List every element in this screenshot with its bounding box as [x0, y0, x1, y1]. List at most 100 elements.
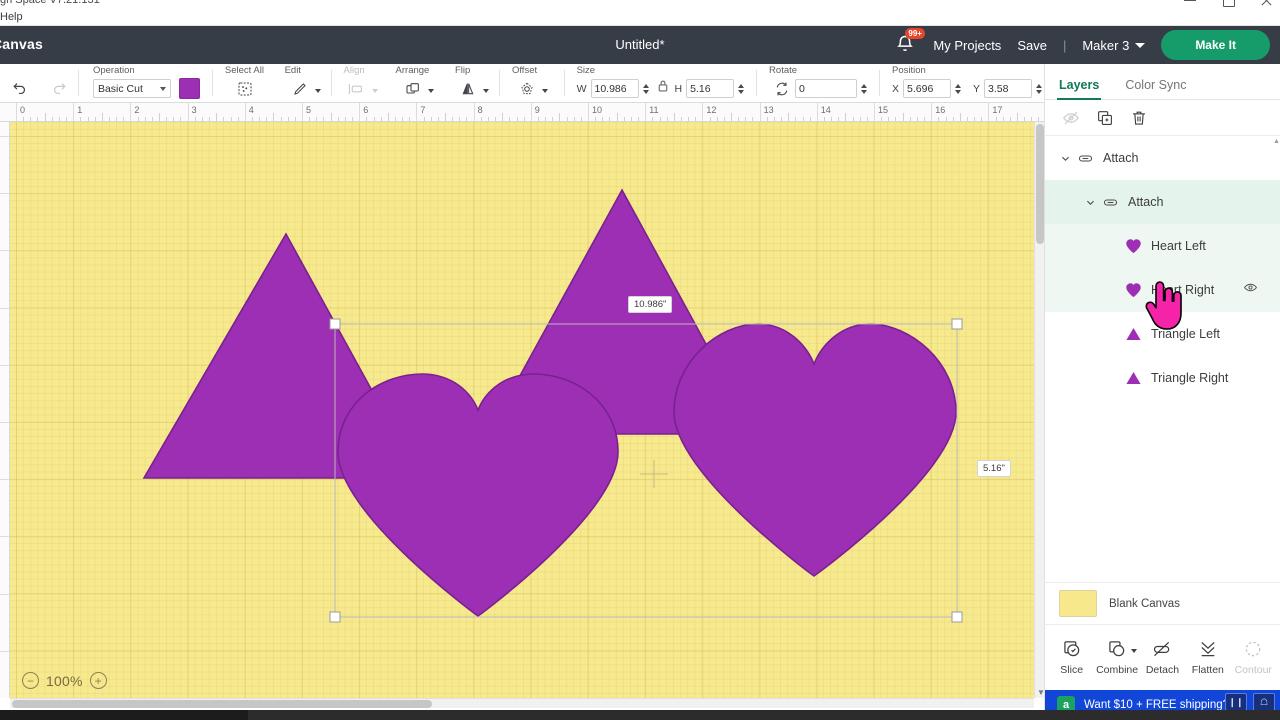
chevron-down-icon[interactable]	[483, 89, 489, 93]
redo-button[interactable]	[46, 77, 72, 101]
canvas-vertical-scrollbar[interactable]: ▼	[1034, 122, 1044, 698]
lock-aspect-icon[interactable]	[657, 79, 669, 98]
minimize-icon[interactable]	[1184, 0, 1196, 6]
notifications-button[interactable]: 99+	[895, 34, 917, 56]
shape-heart-left[interactable]	[338, 374, 618, 616]
tab-color-sync[interactable]: Color Sync	[1125, 78, 1186, 99]
tab-layers[interactable]: Layers	[1059, 78, 1099, 99]
ruler-minor-tick	[323, 117, 324, 121]
canvas-horizontal-scrollbar[interactable]	[10, 698, 1034, 708]
vertical-ruler[interactable]	[0, 122, 10, 698]
toggle-visibility-button[interactable]	[1059, 106, 1083, 130]
menu-help[interactable]: Help	[0, 11, 23, 23]
resize-handle-bottom-left[interactable]	[330, 612, 340, 622]
arrange-button[interactable]	[400, 77, 426, 101]
chevron-down-icon[interactable]	[315, 89, 321, 93]
resize-handle-top-right[interactable]	[952, 319, 962, 329]
position-y-input[interactable]	[984, 79, 1032, 98]
ruler-minor-tick	[810, 117, 811, 121]
zoom-out-button[interactable]: −	[22, 672, 39, 689]
ruler-minor-tick	[259, 117, 260, 121]
chevron-down-icon[interactable]	[428, 89, 434, 93]
person-icon[interactable]: ☖	[1253, 693, 1275, 711]
operation-dropdown[interactable]: Basic Cut	[93, 79, 171, 98]
machine-selector[interactable]: Maker 3	[1082, 38, 1145, 53]
ruler-tick	[130, 103, 131, 122]
flip-icon	[460, 81, 476, 97]
zoom-in-button[interactable]: +	[90, 672, 107, 689]
flip-button[interactable]	[455, 77, 481, 101]
height-input[interactable]	[686, 79, 734, 98]
align-group: Align	[344, 63, 380, 102]
maximize-icon[interactable]	[1222, 0, 1234, 6]
scrollbar-thumb[interactable]	[1036, 124, 1044, 244]
ruler-minor-tick	[374, 117, 375, 121]
ruler-minor-tick	[895, 117, 896, 121]
layer-row-triangle-right[interactable]: Triangle Right	[1045, 356, 1280, 400]
canvas-material-row[interactable]: Blank Canvas	[1045, 582, 1280, 624]
undo-button[interactable]	[6, 77, 32, 101]
chevron-up-icon[interactable]: ▲	[1273, 138, 1280, 145]
rotate-stepper[interactable]	[859, 84, 869, 94]
select-all-button[interactable]	[232, 77, 258, 101]
chevron-down-icon[interactable]	[542, 89, 548, 93]
detach-button[interactable]: Detach	[1140, 639, 1184, 676]
layer-row-heart-right[interactable]: Heart Right	[1045, 268, 1280, 312]
slice-button[interactable]: Slice	[1050, 639, 1094, 676]
save-button[interactable]: Save	[1017, 38, 1047, 53]
ruler-tick	[0, 136, 10, 137]
my-projects-link[interactable]: My Projects	[933, 38, 1001, 53]
ruler-minor-tick	[552, 117, 553, 121]
operation-color-swatch[interactable]	[179, 78, 200, 99]
offset-button[interactable]	[514, 77, 540, 101]
ruler-minor-tick	[431, 117, 432, 121]
ruler-tick-label: 14	[821, 105, 831, 115]
panel-toolbar	[1045, 100, 1280, 136]
chevron-down-icon[interactable]	[372, 89, 378, 93]
scrollbar-thumb[interactable]	[12, 700, 432, 708]
height-stepper[interactable]	[736, 84, 746, 94]
ruler-minor-tick	[738, 117, 739, 121]
pause-icon[interactable]: ❙❙	[1225, 693, 1247, 711]
delete-button[interactable]	[1127, 106, 1151, 130]
duplicate-button[interactable]	[1093, 106, 1117, 130]
chevron-down-icon[interactable]	[1059, 153, 1071, 164]
width-stepper[interactable]	[641, 84, 651, 94]
layer-row-attach-outer[interactable]: Attach	[1045, 136, 1280, 180]
ruler-minor-tick	[502, 113, 503, 121]
ruler-minor-tick	[316, 117, 317, 121]
ruler-minor-tick	[602, 117, 603, 121]
chevron-down-icon[interactable]	[1131, 649, 1137, 653]
make-it-button[interactable]: Make It	[1161, 30, 1270, 60]
canvas-color-swatch[interactable]	[1059, 590, 1097, 617]
rotate-button[interactable]	[769, 77, 795, 101]
chevron-down-icon[interactable]	[1084, 197, 1096, 208]
resize-handle-top-left[interactable]	[330, 319, 340, 329]
layer-visibility-toggle[interactable]	[1243, 280, 1258, 300]
machine-name: Maker 3	[1082, 38, 1129, 53]
layer-row-attach-inner[interactable]: Attach	[1045, 180, 1280, 224]
eye-off-icon	[1062, 109, 1080, 127]
contour-button[interactable]: Contour	[1231, 639, 1275, 676]
shape-heart-right[interactable]	[674, 324, 956, 576]
ruler-tick	[73, 103, 74, 122]
width-input[interactable]	[591, 79, 639, 98]
design-canvas[interactable]: 10.986" 5.16"	[10, 122, 1034, 698]
resize-handle-bottom-right[interactable]	[952, 612, 962, 622]
rotate-input[interactable]	[795, 79, 857, 98]
close-icon[interactable]	[1260, 0, 1272, 6]
panel-scrollbar[interactable]: ▲	[1273, 136, 1280, 588]
align-button[interactable]	[344, 77, 370, 101]
position-x-input[interactable]	[903, 79, 951, 98]
flatten-button[interactable]: Flatten	[1186, 639, 1230, 676]
layer-row-triangle-left[interactable]: Triangle Left	[1045, 312, 1280, 356]
layer-list[interactable]: Attach Attach Heart	[1045, 136, 1280, 588]
position-x-stepper[interactable]	[953, 84, 963, 94]
horizontal-ruler[interactable]: 01234567891011121314151617	[0, 103, 1044, 122]
combine-button[interactable]: Combine	[1095, 639, 1139, 676]
layer-row-heart-left[interactable]: Heart Left	[1045, 224, 1280, 268]
ruler-minor-tick	[609, 117, 610, 121]
position-y-stepper[interactable]	[1034, 84, 1044, 94]
ruler-minor-tick	[960, 113, 961, 121]
edit-button[interactable]	[287, 77, 313, 101]
